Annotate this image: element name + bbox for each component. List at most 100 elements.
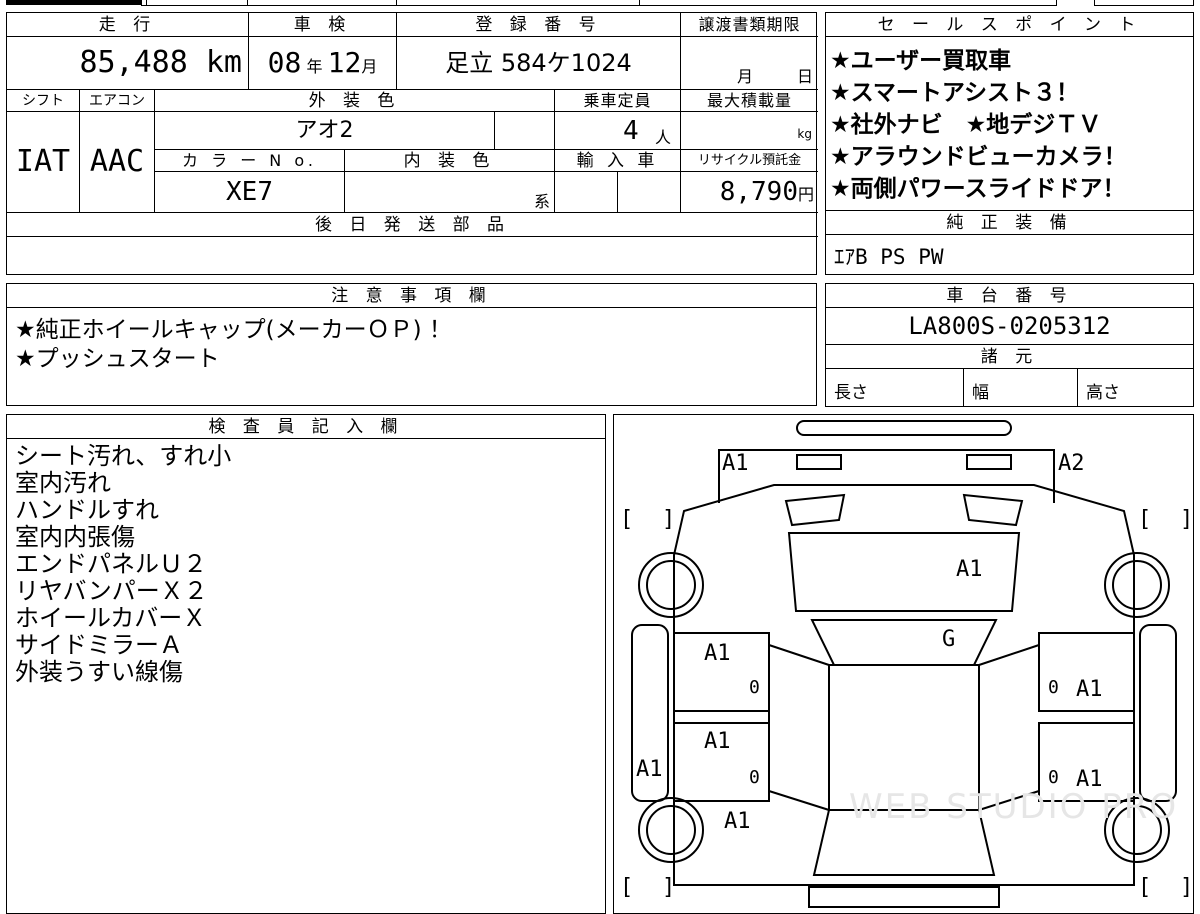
- mark-left-front-door: A1: [704, 641, 731, 666]
- mark-windshield: G: [942, 627, 956, 652]
- front-panel-shape: [718, 449, 1055, 503]
- spec-width: 幅: [964, 369, 1078, 406]
- chassis-header: 車 台 番 号: [826, 284, 1193, 308]
- genuine-equipment-panel: 純 正 装 備 ｴｱB PS PW: [825, 211, 1194, 275]
- inspection-month-unit: 月: [361, 57, 378, 76]
- ac-value: AAC: [80, 112, 155, 212]
- ac-header: エアコン: [80, 90, 155, 112]
- right-sill-shape: [1139, 624, 1177, 802]
- top-strip: [6, 0, 1194, 6]
- mark-right-rear-door-count: 0: [1048, 767, 1059, 788]
- bracket-left-top-r: [: [1138, 507, 1152, 532]
- mileage-header: 走 行: [7, 13, 249, 37]
- spec-length: 長さ: [826, 369, 964, 406]
- sales-point-item: ★社外ナビ ★地デジＴＶ: [830, 112, 1102, 138]
- grille-shape: [962, 493, 1024, 527]
- specs-header: 諸 元: [826, 345, 1193, 369]
- windshield-shape: [810, 619, 998, 666]
- genuine-equipment-header: 純 正 装 備: [826, 211, 1193, 235]
- note-item: ★純正ホイールキャップ(メーカーＯＰ) ！: [15, 317, 452, 343]
- top-strip-dark-block: [6, 0, 142, 5]
- recycle-fee: 8,790: [719, 177, 798, 207]
- shift-header: シフト: [7, 90, 80, 112]
- exterior-color-header: 外 装 色: [155, 90, 555, 112]
- transfer-deadline-header: 譲渡書類期限: [681, 13, 818, 37]
- shift-value: IAT: [7, 112, 80, 212]
- inspection-value: 08 年 12月: [249, 37, 397, 89]
- transfer-month-unit: 月: [737, 67, 754, 86]
- inspector-item: ハンドルすれ: [15, 496, 159, 524]
- inspector-header: 検 査 員 記 入 欄: [7, 415, 605, 439]
- notes-list: ★純正ホイールキャップ(メーカーＯＰ) ！ ★プッシュスタート: [15, 316, 452, 374]
- bonnet-shape: [787, 532, 1021, 612]
- import-header: 輸 入 車: [555, 150, 681, 172]
- recycle-fee-unit: 円: [797, 185, 814, 204]
- color-no-header: カ ラ ー N o.: [155, 150, 345, 172]
- sales-points-list: ★ユーザー買取車 ★スマートアシスト３！ ★社外ナビ ★地デジＴＶ ★アラウンド…: [830, 45, 1192, 205]
- left-front-wheel-shape: [646, 560, 696, 610]
- recycle-value: 8,790円: [681, 172, 818, 212]
- registration-header: 登 録 番 号: [397, 13, 681, 37]
- color-no-value: XE7: [155, 172, 345, 212]
- recycle-header: リサイクル預託金: [681, 150, 818, 172]
- inspection-year: 08: [267, 46, 302, 79]
- registration-number: 足立 584ケ1024: [397, 37, 681, 89]
- bracket-right-bottom-r: ]: [1180, 875, 1194, 900]
- notes-header: 注 意 事 項 欄: [7, 284, 816, 308]
- inspector-item: 外装うすい線傷: [15, 658, 183, 686]
- inspector-panel: 検 査 員 記 入 欄 シート汚れ、すれ小 室内汚れ ハンドルすれ 室内内張傷 …: [6, 414, 606, 914]
- inspector-item: シート汚れ、すれ小: [15, 442, 232, 470]
- left-headlight-shape: [796, 454, 842, 470]
- grille-shape: [784, 493, 846, 527]
- mileage-value: 85,488 km: [7, 37, 249, 89]
- mark-front-left: A1: [722, 451, 749, 476]
- sales-point-item: ★スマートアシスト３！: [830, 80, 1080, 106]
- bracket-left-top: [: [620, 507, 634, 532]
- bracket-left-bottom-r: [: [1138, 875, 1152, 900]
- mark-left-rear-door: A1: [704, 729, 731, 754]
- vehicle-info-panel: 走 行 車 検 登 録 番 号 譲渡書類期限 85,488 km 08 年 12…: [6, 12, 818, 275]
- left-front-wheel-shape: [638, 552, 704, 618]
- spec-height: 高さ: [1078, 369, 1193, 406]
- mark-left-rear-door-count: 0: [749, 767, 760, 788]
- interior-color-value: 系: [345, 172, 555, 212]
- inspector-item: 室内内張傷: [15, 523, 135, 551]
- spec-height-label: 高さ: [1086, 383, 1120, 403]
- max-load-value: kg: [681, 112, 818, 150]
- inspection-header: 車 検: [249, 13, 397, 37]
- bracket-left-bottom: [: [620, 875, 634, 900]
- import-value-a: [555, 172, 618, 212]
- inspector-item: サイドミラーＡ: [15, 631, 183, 659]
- interior-color-suffix: 系: [533, 192, 550, 211]
- mark-front-right: A2: [1058, 451, 1085, 476]
- car-diagram-panel: [ ] [ ] [ ] [ ] A1 A2 A1 G A1 0 A1 0 A1 …: [613, 414, 1194, 914]
- right-front-wheel-shape: [1104, 552, 1170, 618]
- genuine-equipment-value: ｴｱB PS PW: [834, 245, 944, 269]
- inspector-item: エンドパネルＵ２: [15, 550, 207, 578]
- capacity-number: 4: [623, 116, 639, 146]
- mark-left-rear-quarter: A1: [724, 809, 751, 834]
- inspection-year-unit: 年: [306, 57, 323, 76]
- exterior-color-extra-cell: [495, 112, 555, 150]
- inspector-item: 室内汚れ: [15, 469, 111, 497]
- mark-left-side: A1: [636, 757, 663, 782]
- inspector-list: シート汚れ、すれ小 室内汚れ ハンドルすれ 室内内張傷 エンドパネルＵ２ リヤバ…: [15, 443, 231, 686]
- capacity-unit: 人: [655, 128, 672, 147]
- max-load-unit: kg: [797, 127, 812, 141]
- inspection-month: 12: [327, 46, 362, 79]
- import-value-b: [618, 172, 681, 212]
- mark-right-front-door: A1: [1076, 677, 1103, 702]
- chassis-panel: 車 台 番 号 LA800S-0205312 諸 元 長さ 幅 高さ: [825, 283, 1194, 407]
- interior-color-header: 内 装 色: [345, 150, 555, 172]
- capacity-value: 4 人: [555, 112, 681, 150]
- mark-bonnet: A1: [956, 557, 983, 582]
- car-diagram: [631, 420, 1177, 908]
- chassis-number: LA800S-0205312: [826, 308, 1193, 345]
- sales-point-item: ★アラウンドビューカメラ！: [830, 144, 1127, 170]
- spec-width-label: 幅: [972, 383, 989, 403]
- transfer-deadline-value: 月 日: [681, 37, 818, 89]
- mark-right-front-door-count: 0: [1048, 677, 1059, 698]
- left-rear-wheel-shape: [646, 805, 696, 855]
- left-rear-wheel-shape: [638, 797, 704, 863]
- right-headlight-shape: [966, 454, 1012, 470]
